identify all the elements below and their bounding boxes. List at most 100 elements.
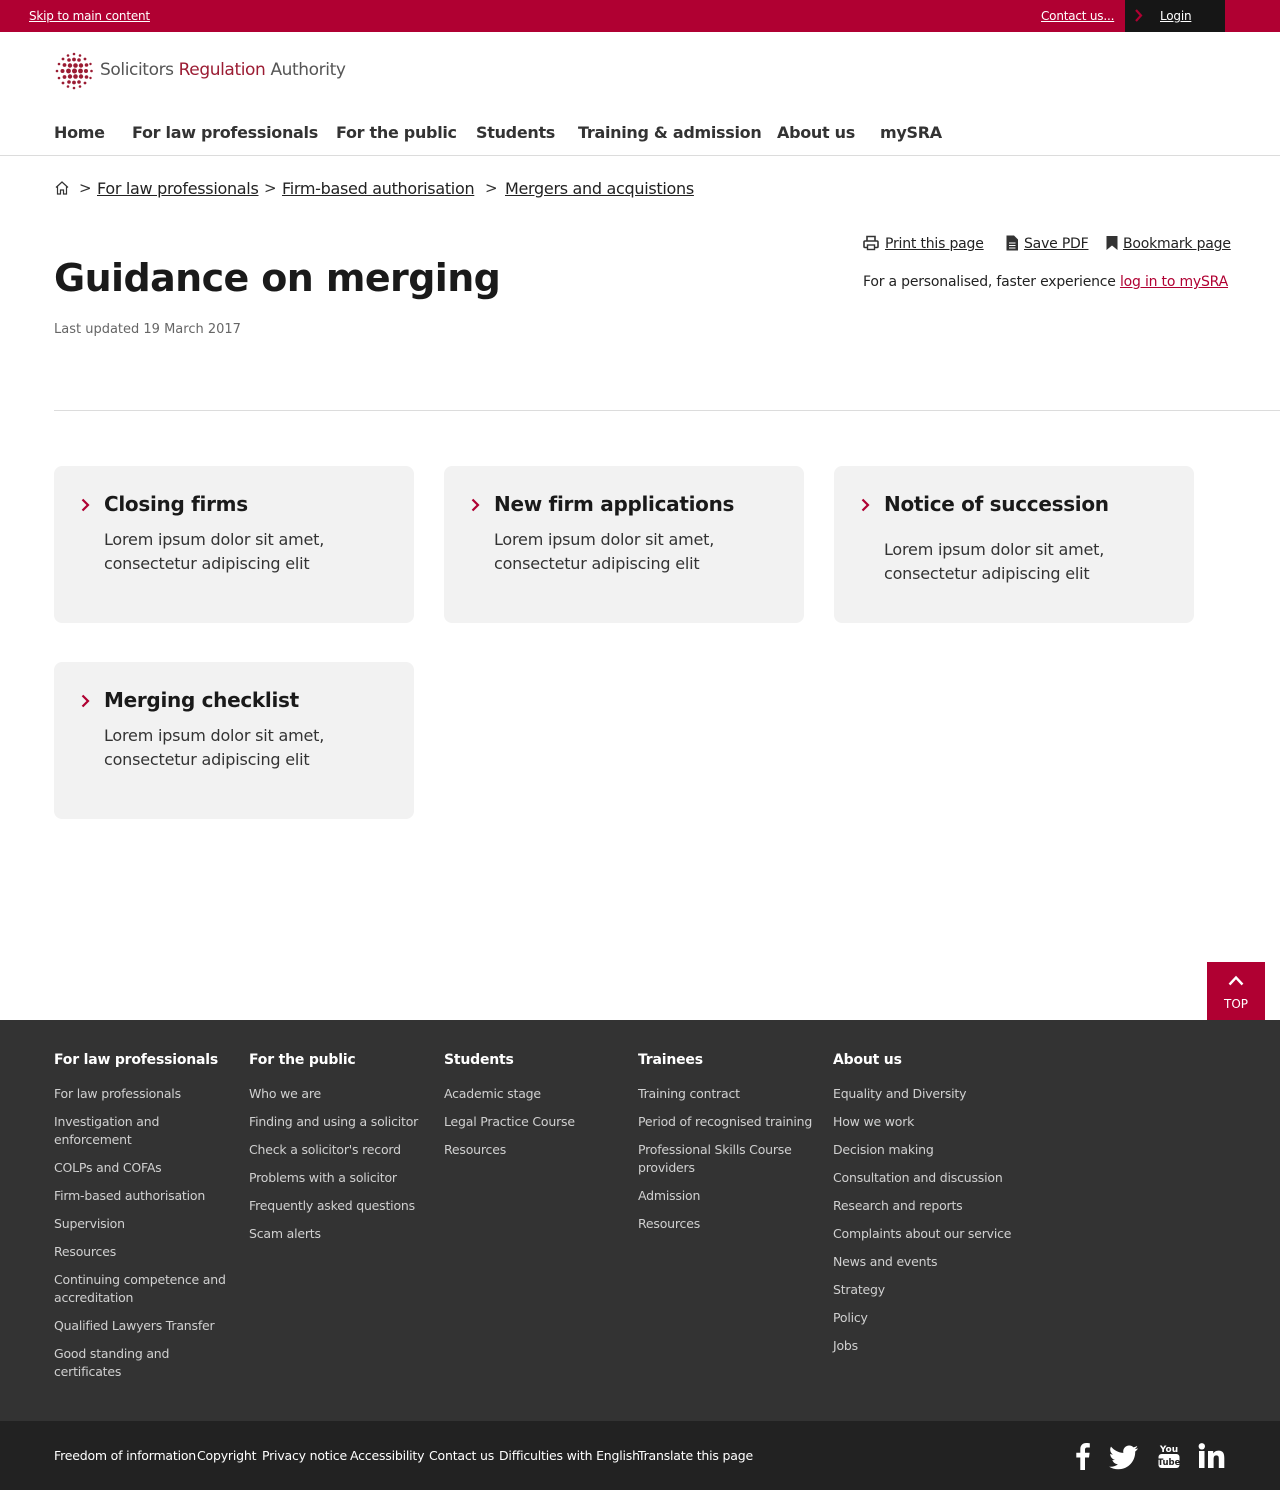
nav-item-home[interactable]: Home [54,123,105,142]
footer-link[interactable]: Frequently asked questions [249,1197,429,1215]
breadcrumb-separator: > [485,179,498,197]
back-to-top-label: TOP [1223,997,1248,1011]
divider [54,410,1280,411]
nav-item-training-admission[interactable]: Training & admission [578,123,762,142]
breadcrumb-separator: > [79,179,92,197]
footer-link[interactable]: Supervision [54,1215,234,1233]
footer-column-students: Students Academic stage Legal Practice C… [444,1051,624,1169]
breadcrumb-link-for-law-professionals[interactable]: For law professionals [97,179,259,198]
card-title: New firm applications [494,492,735,516]
print-page-label: Print this page [885,236,984,252]
facebook-icon[interactable] [1073,1442,1091,1470]
card-closing-firms[interactable]: Closing firms Lorem ipsum dolor sit amet… [54,466,414,623]
chevron-up-icon [1228,975,1244,986]
card-description: Lorem ipsum dolor sit amet, consectetur … [494,530,715,573]
youtube-icon[interactable]: You Tube [1158,1442,1181,1470]
login-to-mysra-link[interactable]: log in to mySRA [1120,274,1228,290]
card-description: Lorem ipsum dolor sit amet, consectetur … [104,726,325,769]
chevron-right-icon [471,498,480,512]
footer-link[interactable]: Decision making [833,1141,1013,1159]
nav-item-for-the-public[interactable]: For the public [336,123,457,142]
card-notice-of-succession[interactable]: Notice of succession Lorem ipsum dolor s… [834,466,1194,623]
freedom-of-information-link[interactable]: Freedom of information [54,1448,196,1463]
footer-link[interactable]: Consultation and discussion [833,1169,1013,1187]
logo-dot-globe-icon [55,52,93,90]
footer-link[interactable]: Strategy [833,1281,1013,1299]
legal-footer: Freedom of information Copyright Privacy… [0,1421,1280,1490]
footer-link[interactable]: News and events [833,1253,1013,1271]
footer-heading: For the public [249,1052,356,1068]
accessibility-link[interactable]: Accessibility [350,1448,425,1463]
main-navigation: Home For law professionals For the publi… [0,118,1280,156]
contact-us-link[interactable]: Contact us... [1041,9,1114,23]
footer-column-law-professionals: For law professionals For law profession… [54,1051,234,1391]
logo-wordmark: Solicitors Regulation Authority [100,60,346,80]
login-button[interactable]: Login [1125,0,1225,32]
copyright-link[interactable]: Copyright [197,1448,256,1463]
footer-link[interactable]: Who we are [249,1085,429,1103]
logo-word-regulation: Regulation [178,60,266,80]
footer-link[interactable]: Firm-based authorisation [54,1187,234,1205]
card-title: Notice of succession [884,492,1109,516]
nav-item-about-us[interactable]: About us [777,123,855,142]
footer-link[interactable]: Professional Skills Course providers [638,1141,818,1177]
footer-link[interactable]: Good standing and certificates [54,1345,234,1381]
card-merging-checklist[interactable]: Merging checklist Lorem ipsum dolor sit … [54,662,414,819]
footer-link[interactable]: Academic stage [444,1085,624,1103]
nav-item-mysra[interactable]: mySRA [880,123,942,142]
nav-item-students[interactable]: Students [476,123,555,142]
footer-link[interactable]: Equality and Diversity [833,1085,1013,1103]
footer-link[interactable]: Continuing competence and accreditation [54,1271,234,1307]
breadcrumb-link-firm-based-authorisation[interactable]: Firm-based authorisation [282,179,475,198]
nav-item-for-law-professionals[interactable]: For law professionals [132,123,318,142]
footer-link[interactable]: Investigation and enforcement [54,1113,234,1149]
footer-link[interactable]: Resources [638,1215,818,1233]
footer-link[interactable]: COLPs and COFAs [54,1159,234,1177]
chevron-right-icon [861,498,870,512]
footer-link[interactable]: Complaints about our service [833,1225,1013,1243]
card-title: Closing firms [104,492,248,516]
privacy-notice-link[interactable]: Privacy notice [262,1448,347,1463]
footer-link[interactable]: Finding and using a solicitor [249,1113,429,1131]
footer-link[interactable]: Resources [444,1141,624,1159]
footer-link[interactable]: Problems with a solicitor [249,1169,429,1187]
printer-icon [863,235,879,251]
logo-word-solicitors: Solicitors [100,60,174,80]
back-to-top-button[interactable]: TOP [1207,962,1265,1020]
footer-link[interactable]: Legal Practice Course [444,1113,624,1131]
footer-link[interactable]: For law professionals [54,1085,234,1103]
chevron-right-icon [81,694,90,708]
footer-column-trainees: Trainees Training contract Period of rec… [638,1051,818,1243]
contact-us-footer-link[interactable]: Contact us [429,1448,494,1463]
footer-heading: Students [444,1052,514,1068]
last-updated: Last updated 19 March 2017 [54,322,241,337]
home-icon[interactable] [54,180,70,196]
footer-link[interactable]: How we work [833,1113,1013,1131]
footer-link[interactable]: Scam alerts [249,1225,429,1243]
breadcrumb-separator: > [264,179,277,197]
translate-page-link[interactable]: Translate this page [638,1448,753,1463]
breadcrumb-link-mergers-and-acquistions[interactable]: Mergers and acquistions [505,179,694,198]
footer-link[interactable]: Policy [833,1309,1013,1327]
page-title: Guidance on merging [54,256,501,300]
footer-column-for-the-public: For the public Who we are Finding and us… [249,1051,429,1253]
footer-link[interactable]: Resources [54,1243,234,1261]
footer-heading: About us [833,1052,902,1068]
footer-link[interactable]: Check a solicitor's record [249,1141,429,1159]
linkedin-icon[interactable] [1198,1442,1225,1470]
chevron-right-icon [81,498,90,512]
footer-column-about-us: About us Equality and Diversity How we w… [833,1051,1013,1365]
skip-to-content-link[interactable]: Skip to main content [29,9,150,23]
footer-link[interactable]: Jobs [833,1337,1013,1355]
footer-link[interactable]: Period of recognised training [638,1113,818,1131]
personalised-prompt: For a personalised, faster experience lo… [863,274,1228,290]
card-new-firm-applications[interactable]: New firm applications Lorem ipsum dolor … [444,466,804,623]
footer-heading: Trainees [638,1052,703,1068]
card-description: Lorem ipsum dolor sit amet, consectetur … [884,540,1105,583]
twitter-icon[interactable] [1109,1442,1139,1470]
difficulties-with-english-link[interactable]: Difficulties with English [499,1448,640,1463]
footer-link[interactable]: Training contract [638,1085,818,1103]
footer-link[interactable]: Qualified Lawyers Transfer [54,1317,234,1335]
footer-link[interactable]: Admission [638,1187,818,1205]
footer-link[interactable]: Research and reports [833,1197,1013,1215]
